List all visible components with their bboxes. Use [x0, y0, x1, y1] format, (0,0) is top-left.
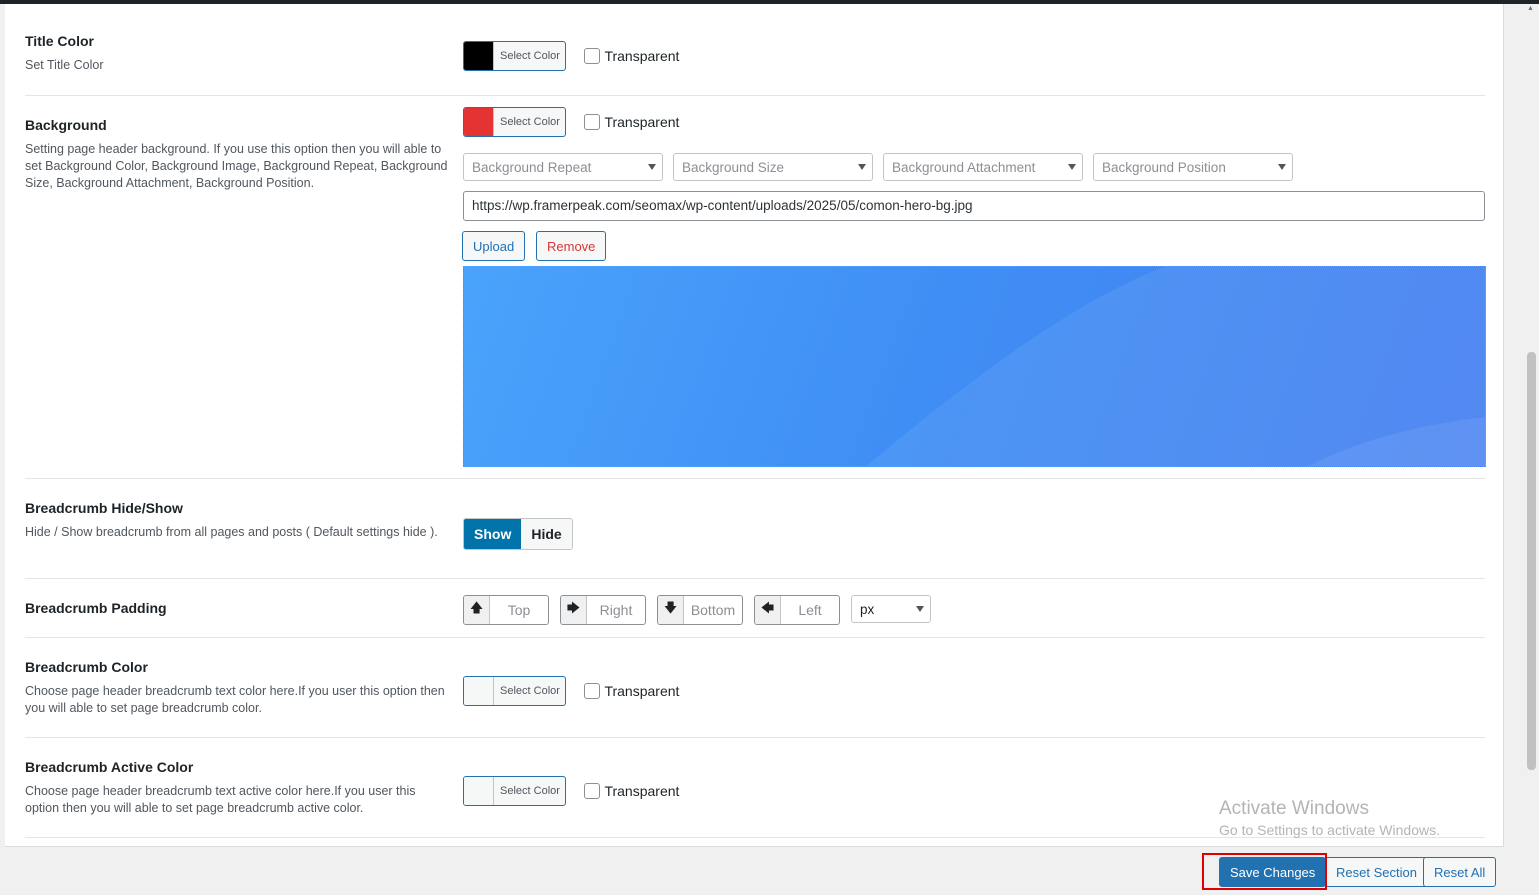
background-image-url-input[interactable]: https://wp.framerpeak.com/seomax/wp-cont…	[463, 191, 1485, 221]
background-size-select[interactable]: Background Size	[673, 153, 873, 181]
checkbox-box[interactable]	[584, 783, 601, 799]
option-description: Choose page header breadcrumb text activ…	[25, 784, 416, 815]
option-description: Hide / Show breadcrumb from all pages an…	[25, 525, 438, 539]
chevron-down-icon	[916, 606, 924, 612]
padding-right-input[interactable]: 🡆 Right	[560, 595, 646, 625]
checkbox-box[interactable]	[584, 48, 601, 64]
option-description: Set Title Color	[25, 58, 104, 72]
option-title: Breadcrumb Padding	[25, 600, 167, 616]
options-panel: Title Color Set Title Color Select Color…	[5, 4, 1504, 846]
chevron-down-icon	[1278, 164, 1286, 170]
color-swatch	[464, 677, 494, 705]
option-background: Background Setting page header backgroun…	[25, 96, 1486, 479]
checkbox-box[interactable]	[584, 683, 601, 699]
option-title: Breadcrumb Hide/Show	[25, 500, 183, 516]
breadcrumb-toggle-group: Show Hide	[463, 518, 573, 550]
reset-all-button[interactable]: Reset All	[1423, 857, 1497, 887]
background-position-select[interactable]: Background Position	[1093, 153, 1293, 181]
select-color-button[interactable]: Select Color	[463, 41, 566, 71]
option-title: Breadcrumb Color	[25, 659, 148, 675]
arrow-up-icon: 🡅	[464, 596, 490, 624]
select-color-button[interactable]: Select Color	[463, 107, 566, 137]
select-color-button[interactable]: Select Color	[463, 676, 566, 706]
option-title: Background	[25, 117, 107, 133]
option-title: Breadcrumb Active Color	[25, 759, 194, 775]
background-repeat-select[interactable]: Background Repeat	[463, 153, 663, 181]
reset-section-button[interactable]: Reset Section	[1325, 857, 1428, 887]
chevron-down-icon	[858, 164, 866, 170]
arrow-right-icon: 🡆	[561, 596, 587, 624]
upload-button[interactable]: Upload	[462, 231, 526, 261]
show-toggle-button[interactable]: Show	[464, 519, 522, 549]
windows-activation-watermark: Activate Windows Go to Settings to activ…	[1219, 798, 1440, 838]
padding-left-input[interactable]: 🡄 Left	[754, 595, 840, 625]
checkbox-box[interactable]	[584, 114, 601, 130]
option-breadcrumb-padding: Breadcrumb Padding 🡅 Top 🡆 Right 🡇 Botto…	[25, 579, 1485, 638]
hide-toggle-button[interactable]: Hide	[521, 519, 572, 549]
transparent-checkbox[interactable]: Transparent	[584, 683, 679, 699]
option-title: Title Color	[25, 33, 94, 49]
page-scrollbar[interactable]	[1527, 352, 1536, 770]
background-image-preview	[463, 266, 1486, 467]
select-color-button[interactable]: Select Color	[463, 776, 566, 806]
transparent-checkbox[interactable]: Transparent	[584, 114, 679, 130]
option-breadcrumb-toggle: Breadcrumb Hide/Show Hide / Show breadcr…	[25, 479, 1485, 579]
remove-button[interactable]: Remove	[536, 231, 607, 261]
chevron-down-icon	[1068, 164, 1076, 170]
arrow-down-icon: 🡇	[658, 596, 684, 624]
padding-bottom-input[interactable]: 🡇 Bottom	[657, 595, 743, 625]
padding-top-input[interactable]: 🡅 Top	[463, 595, 549, 625]
arrow-left-icon: 🡄	[755, 596, 781, 624]
scroll-up-icon[interactable]: ▲	[1527, 5, 1534, 12]
transparent-checkbox[interactable]: Transparent	[584, 783, 679, 799]
chevron-down-icon	[648, 164, 656, 170]
padding-unit-select[interactable]: px	[851, 595, 931, 623]
transparent-checkbox[interactable]: Transparent	[584, 48, 679, 64]
option-description: Setting page header background. If you u…	[25, 142, 448, 190]
color-swatch	[464, 777, 494, 805]
save-highlight-box	[1202, 853, 1327, 890]
color-swatch	[464, 108, 494, 136]
option-description: Choose page header breadcrumb text color…	[25, 684, 445, 715]
option-title-color: Title Color Set Title Color Select Color…	[25, 4, 1485, 96]
background-attachment-select[interactable]: Background Attachment	[883, 153, 1083, 181]
option-breadcrumb-color: Breadcrumb Color Choose page header brea…	[25, 638, 1485, 738]
color-swatch	[464, 42, 494, 70]
